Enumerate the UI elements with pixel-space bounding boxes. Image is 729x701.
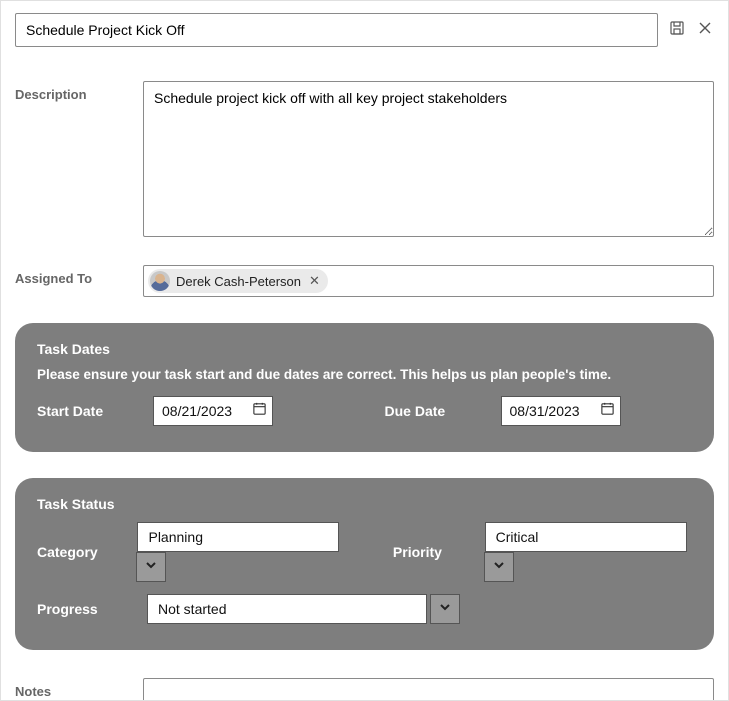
assigned-to-row: Assigned To Derek Cash-Peterson ✕ <box>15 265 714 297</box>
priority-label: Priority <box>393 544 455 560</box>
start-date-input[interactable] <box>153 396 273 426</box>
category-dropdown-button[interactable] <box>136 552 166 582</box>
close-icon: ✕ <box>309 273 320 288</box>
progress-input[interactable] <box>147 594 427 624</box>
title-row <box>15 13 714 47</box>
task-dates-section: Task Dates Please ensure your task start… <box>15 323 714 452</box>
start-date-label: Start Date <box>37 403 129 419</box>
category-label: Category <box>37 544 107 560</box>
priority-input[interactable] <box>485 522 687 552</box>
task-form: Description Assigned To Derek Cash-Peter… <box>0 0 729 701</box>
priority-select <box>485 522 692 582</box>
chevron-down-icon <box>439 600 451 618</box>
progress-label: Progress <box>37 601 117 617</box>
notes-input[interactable] <box>143 678 714 701</box>
task-status-title: Task Status <box>37 496 692 512</box>
due-date-pair: Due Date <box>385 396 693 426</box>
progress-dropdown-button[interactable] <box>430 594 460 624</box>
start-date-pair: Start Date <box>37 396 345 426</box>
task-dates-desc: Please ensure your task start and due da… <box>37 367 692 382</box>
save-button[interactable] <box>668 21 686 39</box>
status-row-2: Progress <box>37 594 692 624</box>
notes-row: Notes <box>15 678 714 701</box>
close-button[interactable] <box>696 21 714 39</box>
assigned-to-input[interactable]: Derek Cash-Peterson ✕ <box>143 265 714 297</box>
chevron-down-icon <box>493 558 505 576</box>
person-pill: Derek Cash-Peterson ✕ <box>148 269 328 293</box>
task-dates-title: Task Dates <box>37 341 692 357</box>
person-name: Derek Cash-Peterson <box>176 274 301 289</box>
assigned-to-label: Assigned To <box>15 265 143 286</box>
progress-select <box>147 594 460 624</box>
description-label: Description <box>15 81 143 102</box>
due-date-input[interactable] <box>501 396 621 426</box>
due-date-label: Due Date <box>385 403 477 419</box>
description-input[interactable] <box>143 81 714 237</box>
avatar <box>150 271 170 291</box>
task-status-section: Task Status Category Priority <box>15 478 714 650</box>
priority-dropdown-button[interactable] <box>484 552 514 582</box>
title-input[interactable] <box>15 13 658 47</box>
status-row-1: Category Priority <box>37 522 692 582</box>
description-row: Description <box>15 81 714 237</box>
dates-grid: Start Date Due Date <box>37 396 692 426</box>
chevron-down-icon <box>145 558 157 576</box>
save-icon <box>669 20 685 41</box>
category-select <box>137 522 344 582</box>
close-icon <box>697 20 713 41</box>
notes-label: Notes <box>15 678 143 699</box>
category-input[interactable] <box>137 522 339 552</box>
remove-person-button[interactable]: ✕ <box>307 273 322 289</box>
